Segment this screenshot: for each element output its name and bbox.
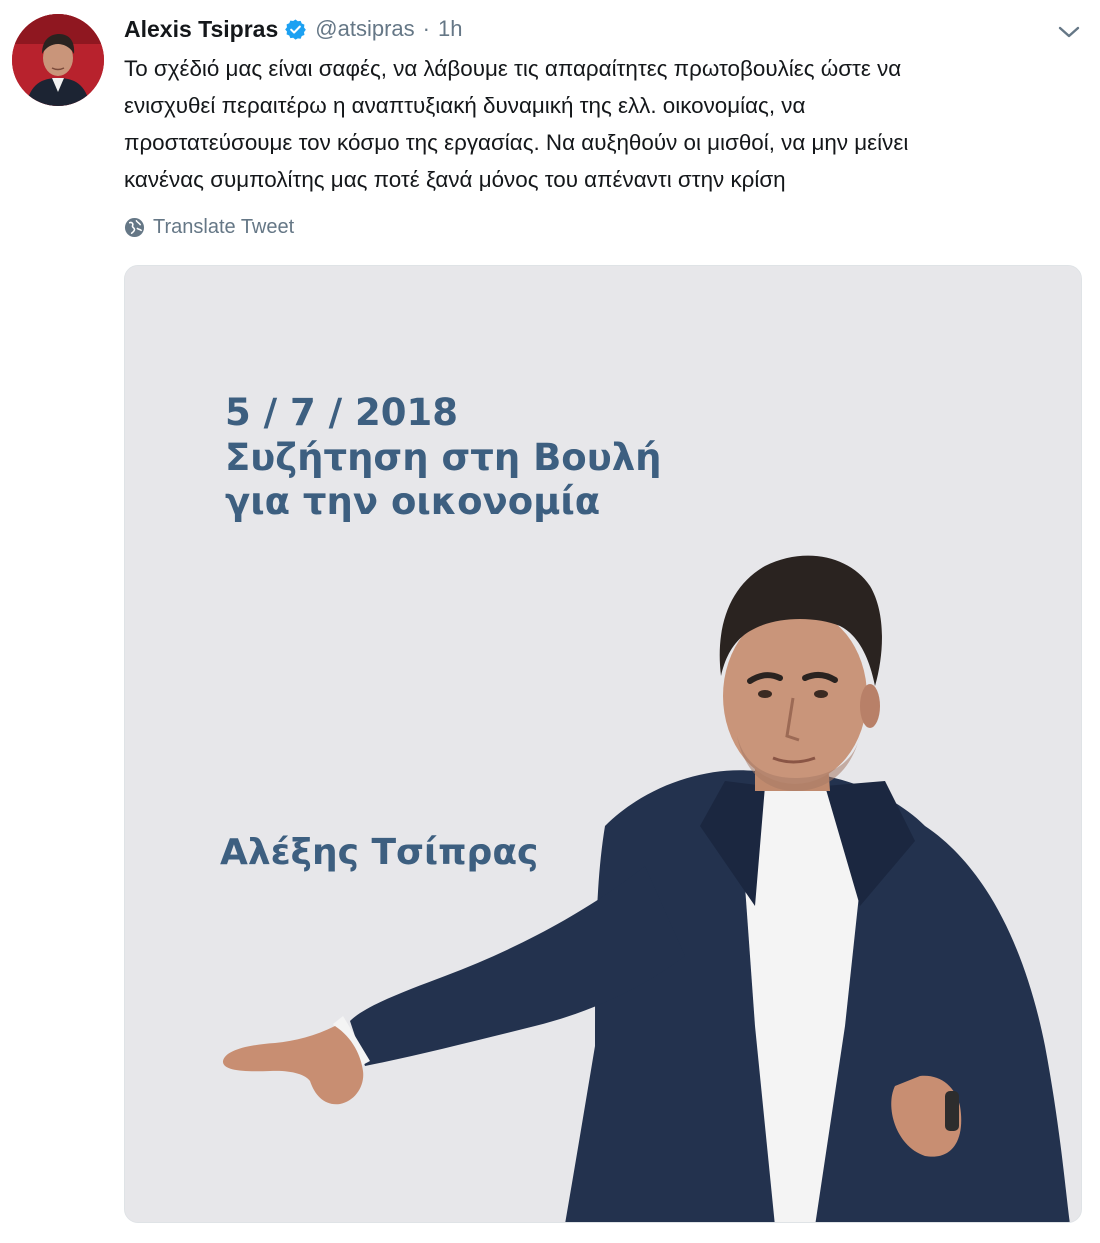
avatar[interactable] bbox=[12, 14, 104, 106]
verified-badge-icon bbox=[284, 18, 307, 41]
tweet-text-line: κανένας συμπολίτης μας ποτέ ξανά μόνος τ… bbox=[124, 167, 786, 192]
tweet-text-line: Το σχέδιό μας είναι σαφές, να λάβουμε τι… bbox=[124, 56, 902, 81]
globe-icon bbox=[124, 217, 145, 238]
tweet-text-line: προστατεύσουμε τον κόσμο της εργασίας. Ν… bbox=[124, 130, 909, 155]
translate-tweet-link[interactable]: Translate Tweet bbox=[124, 216, 294, 239]
author-handle[interactable]: @atsipras bbox=[315, 16, 414, 42]
tweet-timestamp[interactable]: 1h bbox=[438, 16, 462, 42]
translate-tweet-label: Translate Tweet bbox=[153, 216, 295, 238]
tweet-header: Alexis Tsipras @atsipras · 1h bbox=[124, 12, 462, 46]
avatar-portrait bbox=[12, 14, 104, 106]
chevron-down-icon[interactable] bbox=[1056, 20, 1082, 44]
tweet-text-line: ενισχυθεί περαιτέρω η αναπτυξιακή δυναμι… bbox=[124, 93, 806, 118]
poster-date: 5 / 7 / 2018 bbox=[225, 391, 459, 434]
poster-title-line-2: για την οικονομία bbox=[225, 480, 601, 523]
tweet[interactable]: Alexis Tsipras @atsipras · 1h Το σχέδιό … bbox=[0, 0, 1100, 1243]
poster-person-name: Αλέξης Τσίπρας bbox=[220, 832, 539, 873]
separator-dot: · bbox=[422, 16, 430, 41]
tweet-text: Το σχέδιό μας είναι σαφές, να λάβουμε τι… bbox=[124, 50, 1092, 198]
poster-title-line-1: Συζήτηση στη Βουλή bbox=[225, 436, 662, 479]
tweet-media-image[interactable]: 5 / 7 / 2018 Συζήτηση στη Βουλή για την … bbox=[124, 265, 1082, 1223]
author-name[interactable]: Alexis Tsipras bbox=[124, 16, 278, 43]
